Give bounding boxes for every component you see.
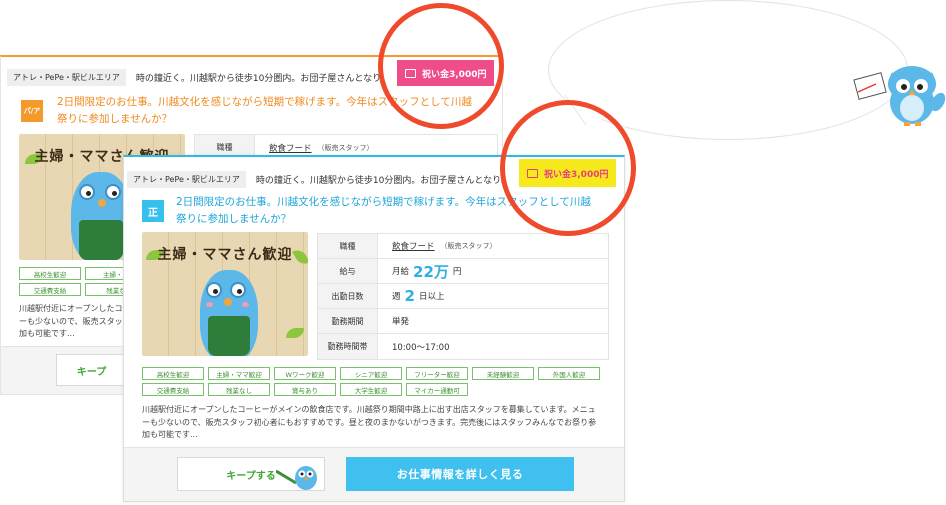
info-row-salary: 給与 月給 22万 円: [318, 259, 608, 284]
apron-icon: [208, 316, 250, 356]
highlight-circle: [378, 3, 504, 129]
tag: Wワーク歓迎: [274, 367, 336, 380]
info-value: 月給 22万 円: [378, 261, 461, 282]
info-row-job-type: 職種 飲食フード （販売スタッフ）: [318, 234, 608, 259]
info-key: 勤務時間帯: [318, 334, 378, 359]
info-value: 10:00〜17:00: [392, 342, 450, 353]
salary-prefix: 月給: [392, 267, 410, 277]
info-value: 飲食フード （販売スタッフ）: [378, 240, 497, 252]
info-key: 職種: [318, 234, 378, 258]
info-row-period: 勤務期間 単発: [318, 309, 608, 334]
owl-beak-icon: [98, 199, 106, 207]
job-info-table: 職種 飲食フード （販売スタッフ） 給与 月給 22万 円 出勤日数 週 2 日…: [317, 233, 609, 360]
area-tag: アトレ・PePe・駅ビルエリア: [7, 69, 126, 86]
days-prefix: 週: [392, 292, 401, 302]
info-value: 単発: [392, 317, 410, 327]
description-line: 加も可能です...: [142, 430, 198, 439]
info-key: 出勤日数: [318, 284, 378, 308]
area-tag: アトレ・PePe・駅ビルエリア: [127, 171, 246, 188]
tag: フリーター歓迎: [406, 367, 468, 380]
tag-list: 高校生歓迎 主婦・ママ歓迎 Wワーク歓迎 シニア歓迎 フリーター歓迎 未経験歓迎…: [142, 367, 600, 396]
card-footer: キープする お仕事情報を詳しく見る: [124, 447, 624, 501]
info-key: 給与: [318, 259, 378, 283]
employment-type-badge: 正: [142, 200, 164, 222]
tag: 交通費支給: [142, 383, 204, 396]
area-row: アトレ・PePe・駅ビルエリア 時の鐘近く。川越駅から徒歩10分圏内。お団子屋さ…: [7, 69, 390, 86]
keep-label: キープ: [76, 366, 107, 378]
owl-pencil-icon: [276, 466, 317, 490]
job-type-note: （販売スタッフ）: [317, 143, 374, 152]
info-value: 飲食フード （販売スタッフ）: [255, 142, 374, 154]
info-key: 勤務期間: [318, 309, 378, 333]
tag: 外国人歓迎: [538, 367, 600, 380]
tag: 大学生歓迎: [340, 383, 402, 396]
owl-eye-icon: [79, 184, 95, 200]
owl-cheek-icon: [242, 302, 249, 307]
tag: シニア歓迎: [340, 367, 402, 380]
description-line: ーも少ないので、販売スタッ: [19, 316, 123, 326]
description-line: ーも少ないので、販売スタッフ初心者にもおすすめです。昼と夜のまかないがつきます。…: [142, 417, 597, 427]
job-illustration: 主婦・ママさん歓迎: [142, 232, 308, 356]
owl-eye-icon: [206, 282, 222, 298]
area-description: 時の鐘近く。川越駅から徒歩10分圏内。お団子屋さんとなり。: [135, 74, 390, 84]
job-description: 川越駅付近にオープンしたコーヒーがメインの飲食店です。川越祭り期間中路上に出す出…: [142, 404, 617, 442]
owl-beak-icon: [224, 298, 232, 306]
tag: マイカー通勤可: [406, 383, 468, 396]
tag: 未経験歓迎: [472, 367, 534, 380]
apron-icon: [79, 220, 123, 260]
days-unit: 日以上: [418, 292, 445, 302]
area-description: 時の鐘近く。川越駅から徒歩10分圏内。お団子屋さんとなり。: [255, 176, 510, 186]
view-details-button[interactable]: お仕事情報を詳しく見る: [346, 457, 574, 491]
salary-amount: 22万: [413, 262, 449, 281]
owl-eye-icon: [230, 282, 246, 298]
keep-button[interactable]: キープする: [177, 457, 325, 491]
job-type-link[interactable]: 飲食フード: [269, 142, 312, 154]
salary-unit: 円: [452, 267, 462, 277]
description-line: 加も可能です...: [19, 329, 75, 338]
employment-type-badge: パ/ア: [21, 100, 43, 122]
stage: アトレ・PePe・駅ビルエリア 時の鐘近く。川越駅から徒歩10分圏内。お団子屋さ…: [0, 0, 946, 505]
info-row-hours: 勤務時間帯 10:00〜17:00: [318, 334, 608, 359]
description-line: 川越駅付近にオープンしたコーヒーがメインの飲食店です。川越祭り期間中路上に出す出…: [142, 405, 596, 414]
tag: 主婦・ママ歓迎: [208, 367, 270, 380]
tag: 高校生歓迎: [142, 367, 204, 380]
view-details-label: お仕事情報を詳しく見る: [396, 468, 524, 481]
owl-cheek-icon: [206, 302, 213, 307]
job-type-note: （販売スタッフ）: [440, 242, 497, 250]
job-description: 川越駅付近にオープンしたコ ーも少ないので、販売スタッ 加も可能です...: [19, 303, 129, 341]
owl-eye-icon: [105, 184, 121, 200]
days-amount: 2: [404, 287, 415, 305]
highlight-circle: [500, 100, 636, 236]
tag: 交通費支給: [19, 283, 81, 296]
info-row-work-days: 出勤日数 週 2 日以上: [318, 284, 608, 309]
tag: 賞与あり: [274, 383, 336, 396]
illustration-caption: 主婦・ママさん歓迎: [157, 247, 293, 263]
area-row: アトレ・PePe・駅ビルエリア 時の鐘近く。川越駅から徒歩10分圏内。お団子屋さ…: [127, 171, 510, 188]
info-value: 週 2 日以上: [378, 287, 444, 305]
description-line: 川越駅付近にオープンしたコ: [19, 304, 123, 313]
keep-button[interactable]: キープ: [56, 354, 126, 386]
owl-mascot-letter-icon: [853, 66, 946, 126]
keep-label: キープする: [226, 470, 276, 482]
tag: 残業なし: [208, 383, 270, 396]
job-type-link[interactable]: 飲食フード: [392, 240, 435, 252]
tag: 高校生歓迎: [19, 267, 81, 280]
